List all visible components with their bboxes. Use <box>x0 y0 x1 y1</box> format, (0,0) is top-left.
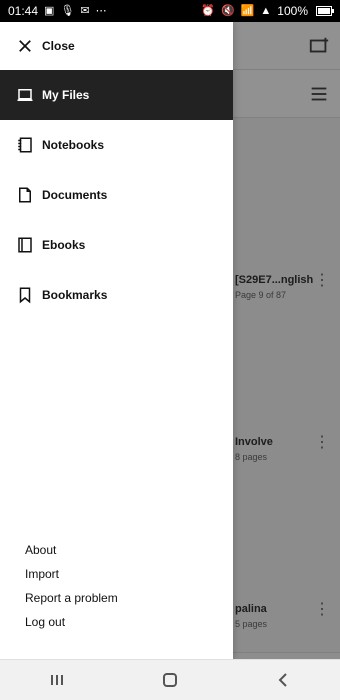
about-link[interactable]: About <box>25 544 118 556</box>
microphone-icon: 🎙 <box>60 4 75 17</box>
wifi-icon: 📶 <box>240 4 255 17</box>
more-icon: ⋯ <box>95 4 107 17</box>
mail-icon: ✉ <box>80 4 90 17</box>
drawer-item-label: Bookmarks <box>42 288 108 302</box>
laptop-icon <box>16 86 34 104</box>
signal-icon: ▲ <box>260 4 272 17</box>
close-label: Close <box>42 39 75 53</box>
bookmark-icon <box>16 286 34 304</box>
home-icon[interactable] <box>156 666 184 694</box>
navigation-drawer: Close My Files Notebooks Documents Ebook… <box>0 22 233 660</box>
close-icon <box>19 40 31 52</box>
drawer-item-label: Notebooks <box>42 138 105 152</box>
status-time: 01:44 <box>8 4 39 18</box>
drawer-item-documents[interactable]: Documents <box>0 170 233 220</box>
system-nav-bar <box>0 659 340 700</box>
back-icon[interactable] <box>269 666 297 694</box>
battery-icon <box>316 6 334 16</box>
drawer-item-ebooks[interactable]: Ebooks <box>0 220 233 270</box>
status-bar: 01:44 ▣ 🎙 ✉ ⋯ ⏰ 🔇 📶 ▲ 100% <box>0 0 340 22</box>
report-problem-link[interactable]: Report a problem <box>25 592 118 604</box>
drawer-footer: About Import Report a problem Log out <box>25 532 118 640</box>
drawer-item-label: Documents <box>42 188 108 202</box>
book-icon <box>16 236 34 254</box>
drawer-item-label: My Files <box>42 88 90 102</box>
alarm-icon: ⏰ <box>201 4 215 17</box>
status-right: ⏰ 🔇 📶 ▲ 100% <box>201 4 334 18</box>
document-icon <box>16 186 34 204</box>
import-link[interactable]: Import <box>25 568 118 580</box>
close-button[interactable]: Close <box>0 22 233 70</box>
scrim-overlay[interactable] <box>233 22 340 660</box>
mute-icon: 🔇 <box>221 4 235 17</box>
drawer-item-my-files[interactable]: My Files <box>0 70 233 120</box>
status-left: 01:44 ▣ 🎙 ✉ ⋯ <box>8 4 107 18</box>
notebook-icon <box>16 136 34 154</box>
battery-percent: 100% <box>277 4 308 18</box>
image-icon: ▣ <box>44 4 55 17</box>
recent-apps-icon[interactable] <box>43 666 71 694</box>
drawer-nav-list: My Files Notebooks Documents Ebooks Book… <box>0 70 233 320</box>
drawer-item-label: Ebooks <box>42 238 86 252</box>
drawer-item-notebooks[interactable]: Notebooks <box>0 120 233 170</box>
log-out-link[interactable]: Log out <box>25 616 118 628</box>
drawer-item-bookmarks[interactable]: Bookmarks <box>0 270 233 320</box>
